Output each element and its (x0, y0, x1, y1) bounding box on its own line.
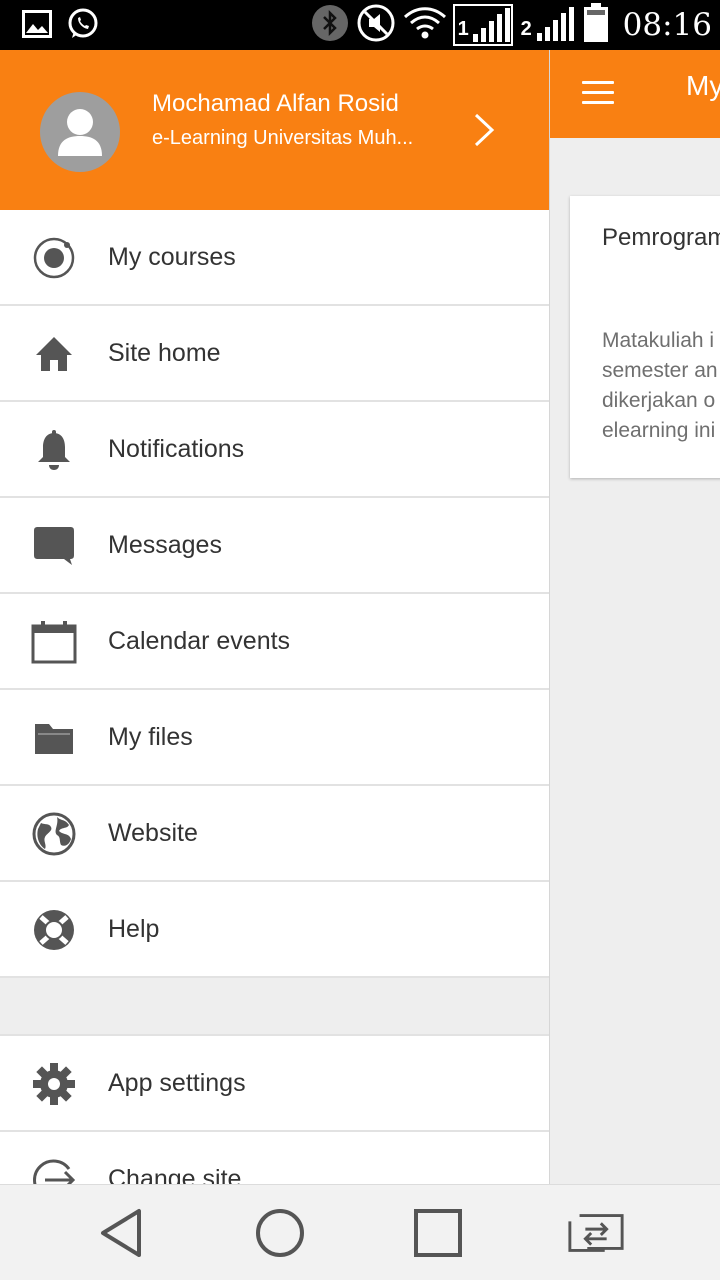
globe-icon (30, 811, 78, 857)
folder-icon (30, 715, 78, 761)
course-description: Matakuliah i semester an dikerjakan o el… (602, 329, 718, 442)
drawer-menu: My courses Site home Notifications Messa… (0, 210, 549, 1184)
back-icon (101, 1209, 141, 1257)
menu-item-app-settings[interactable]: App settings (0, 1036, 549, 1132)
dual-window-icon (568, 1214, 624, 1252)
status-bar: 1 2 08:16 (0, 0, 720, 50)
avatar (40, 92, 120, 172)
bell-icon (30, 427, 78, 473)
recents-icon (414, 1209, 462, 1257)
bluetooth-icon (311, 4, 349, 47)
menu-item-my-courses[interactable]: My courses (0, 210, 549, 306)
user-profile-header[interactable]: Mochamad Alfan Rosid e-Learning Universi… (0, 50, 549, 210)
user-icon (58, 109, 102, 156)
back-button[interactable] (92, 1205, 152, 1261)
menu-item-notifications[interactable]: Notifications (0, 402, 549, 498)
navigation-drawer: Mochamad Alfan Rosid e-Learning Universi… (0, 50, 550, 1184)
status-time: 08:16 (622, 7, 712, 43)
menu-item-label: My courses (108, 243, 236, 271)
home-circle-icon (256, 1209, 304, 1257)
recents-button[interactable] (408, 1205, 468, 1261)
sim2-label: 2 (520, 18, 532, 40)
menu-item-website[interactable]: Website (0, 786, 549, 882)
menu-item-site-home[interactable]: Site home (0, 306, 549, 402)
user-name: Mochamad Alfan Rosid (152, 90, 399, 117)
gear-icon (30, 1061, 78, 1107)
menu-item-label: Website (108, 819, 198, 847)
menu-item-label: App settings (108, 1069, 246, 1097)
gallery-notification-icon (22, 9, 52, 43)
my-courses-icon (30, 235, 78, 281)
menu-item-label: Change site (108, 1165, 242, 1184)
menu-item-change-site[interactable]: Change site (0, 1132, 549, 1184)
menu-item-label: Notifications (108, 435, 245, 463)
mute-icon (355, 2, 397, 49)
course-title: Pemrogram (602, 224, 720, 251)
menu-item-label: Help (108, 915, 160, 943)
site-name: e-Learning Universitas Muh... (152, 127, 414, 149)
menu-item-help[interactable]: Help (0, 882, 549, 978)
app-toolbar: My (550, 50, 720, 138)
dual-window-button[interactable] (566, 1205, 626, 1261)
signal-sim1-icon: 1 (452, 4, 513, 46)
menu-item-calendar-events[interactable]: Calendar events (0, 594, 549, 690)
menu-divider (0, 978, 549, 1036)
signal-sim2-icon: 2 (519, 4, 577, 46)
sim1-label: 1 (457, 18, 469, 40)
main-content: Pemrogram Matakuliah i semester an diker… (550, 138, 720, 1184)
home-icon (30, 331, 78, 377)
menu-item-label: My files (108, 723, 193, 751)
menu-item-label: Messages (108, 531, 222, 559)
home-button[interactable] (250, 1205, 310, 1261)
chevron-right-icon (470, 112, 500, 148)
chat-icon (30, 523, 78, 569)
logout-icon (30, 1157, 78, 1184)
wifi-icon (403, 5, 447, 46)
menu-item-messages[interactable]: Messages (0, 498, 549, 594)
system-navigation-bar (0, 1184, 720, 1280)
whatsapp-notification-icon (66, 7, 100, 46)
menu-item-label: Calendar events (108, 627, 291, 655)
calendar-icon (30, 619, 78, 665)
menu-icon[interactable] (582, 81, 614, 105)
page-title: My (686, 70, 720, 101)
course-card[interactable]: Pemrogram Matakuliah i semester an diker… (570, 196, 720, 478)
menu-item-label: Site home (108, 339, 221, 367)
battery-icon (583, 2, 609, 48)
menu-item-my-files[interactable]: My files (0, 690, 549, 786)
lifebuoy-icon (30, 907, 78, 953)
